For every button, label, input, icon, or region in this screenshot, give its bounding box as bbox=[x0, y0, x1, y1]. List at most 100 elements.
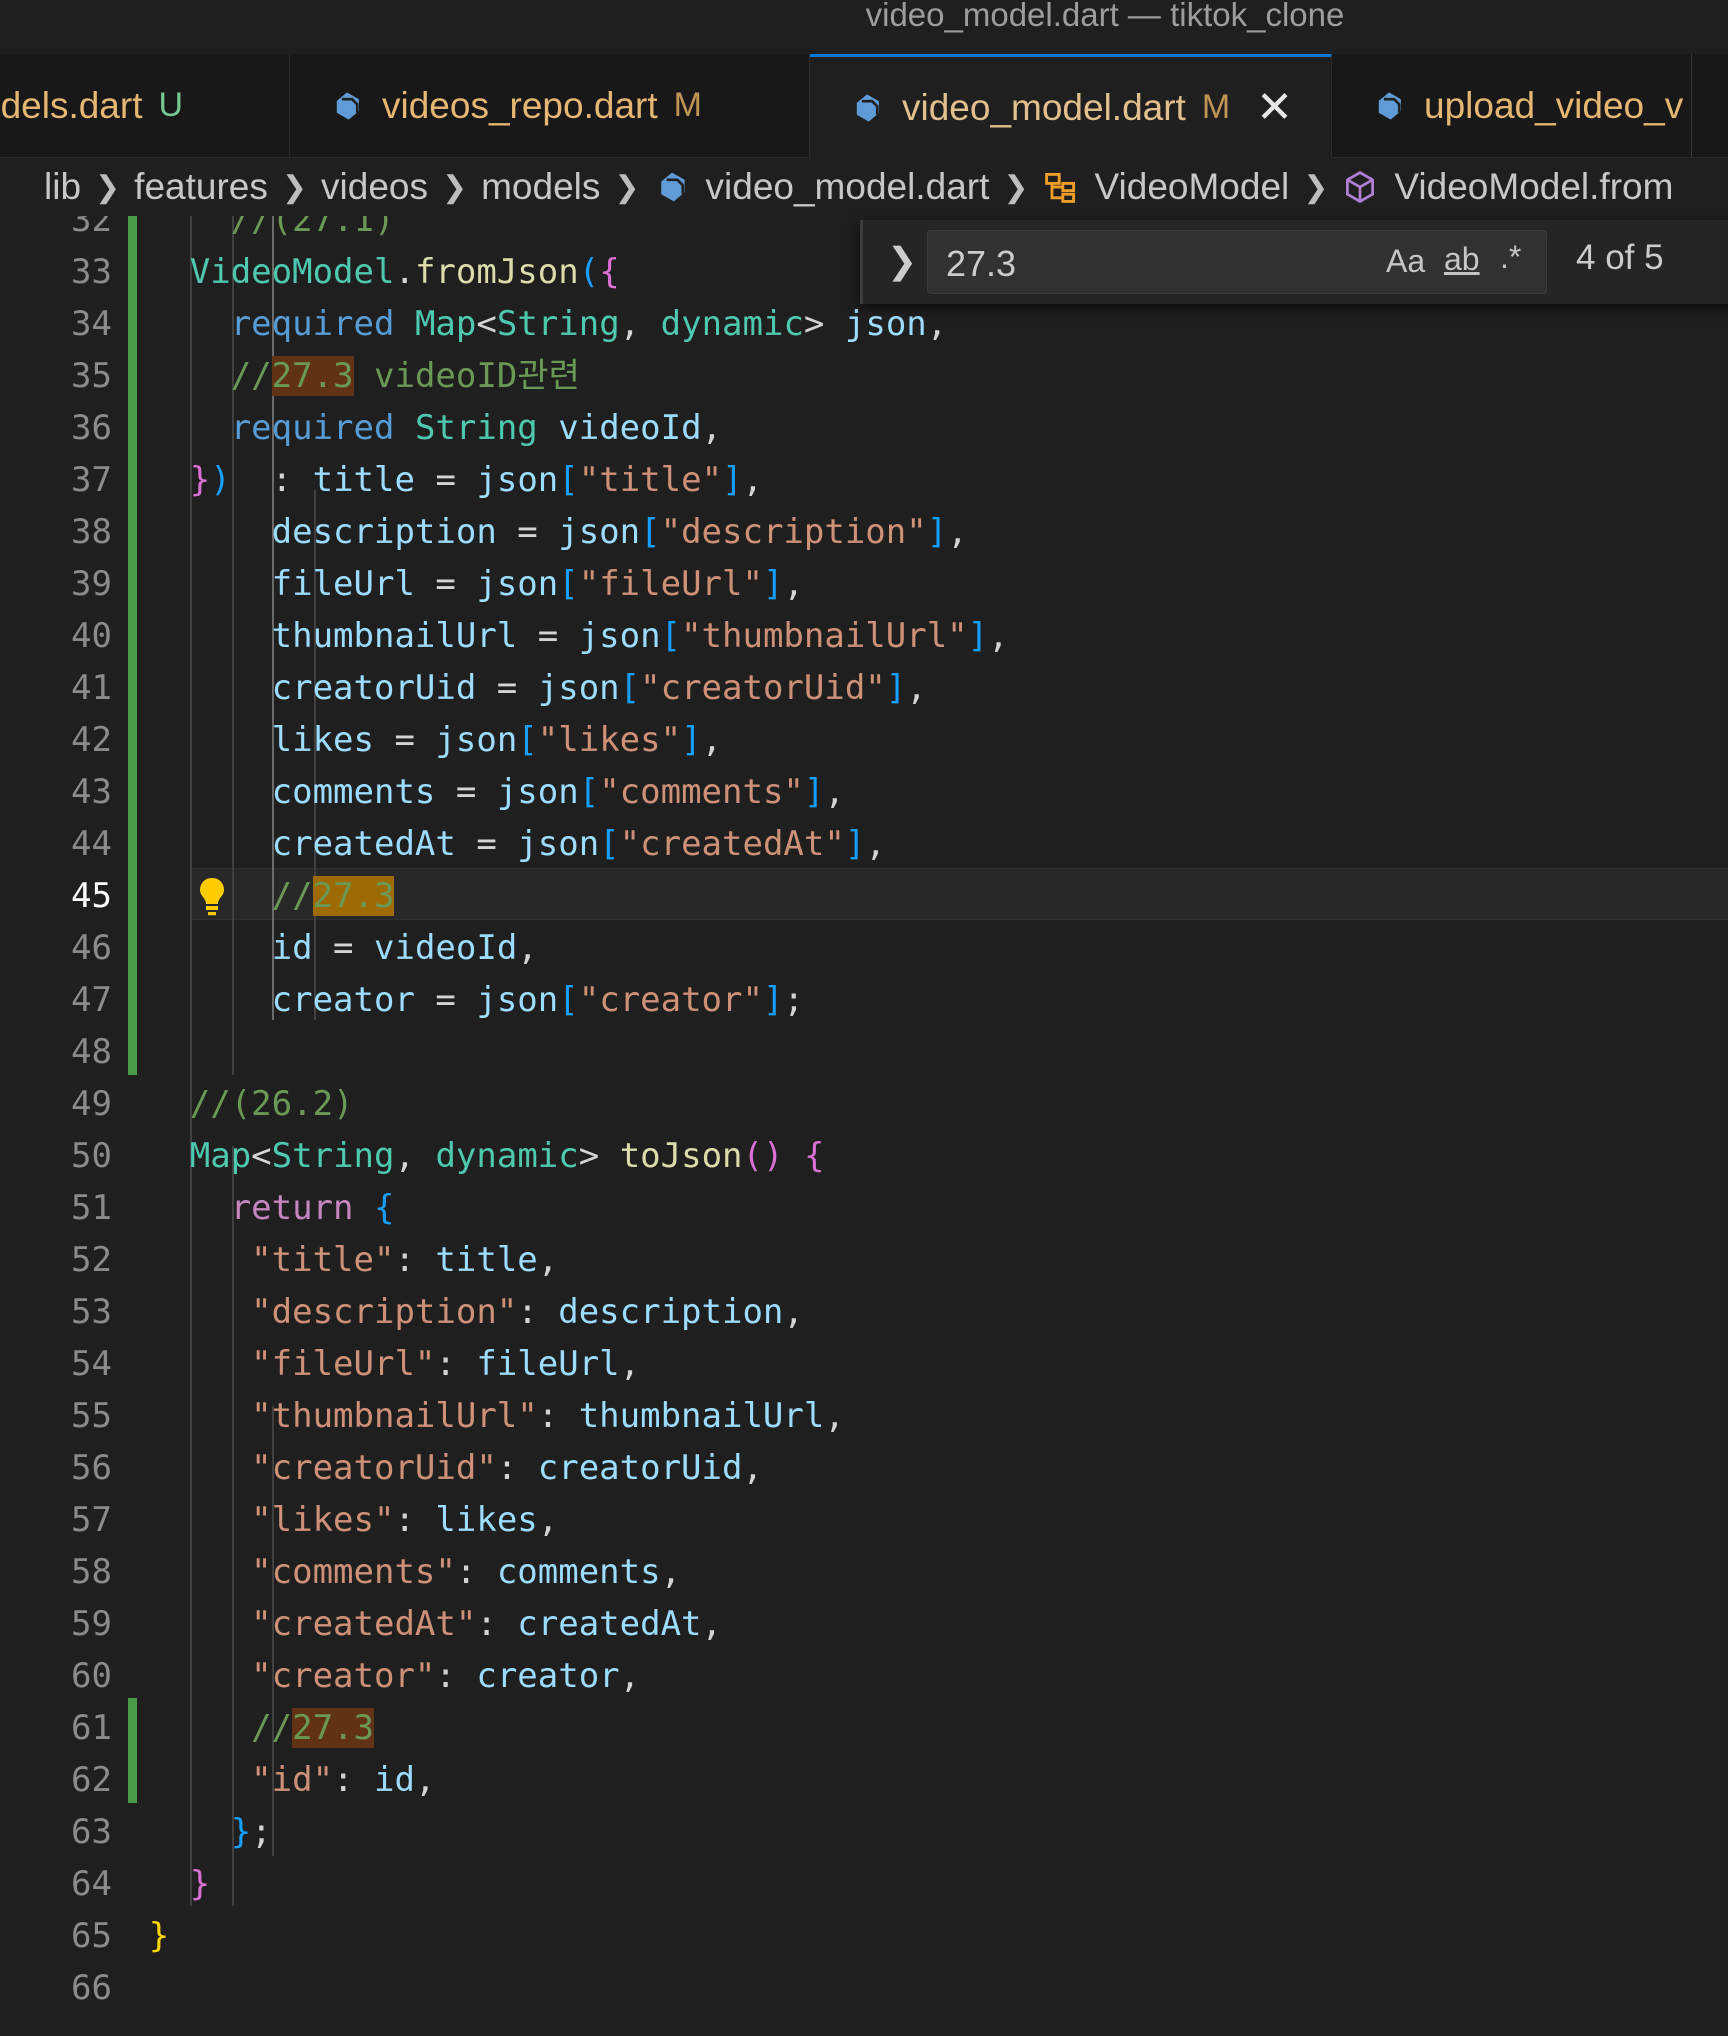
line-number: 62 bbox=[71, 1760, 112, 1800]
code-token: //(26.2) bbox=[189, 1084, 354, 1124]
tab-label: video_model.dart bbox=[902, 86, 1186, 128]
code-token: thumbnailUrl bbox=[578, 1396, 825, 1436]
code-line[interactable]: comments = json["comments"], bbox=[149, 766, 845, 818]
code-token: , bbox=[742, 460, 764, 500]
code-line[interactable]: //(26.2) bbox=[149, 1078, 354, 1130]
code-line[interactable]: } bbox=[149, 1858, 210, 1910]
code-line[interactable]: "likes": likes, bbox=[149, 1494, 558, 1546]
breadcrumb-item-file[interactable]: video_model.dart bbox=[654, 166, 989, 208]
find-input[interactable]: 27.3 Aa ab .* bbox=[927, 230, 1547, 294]
tab-status: U bbox=[158, 86, 184, 124]
code-line[interactable]: VideoModel.fromJson({ bbox=[149, 246, 620, 298]
breadcrumb-item[interactable]: features bbox=[134, 166, 268, 208]
code-token: : bbox=[435, 1344, 477, 1384]
code-token: : bbox=[394, 1500, 436, 1540]
tab-label: videos_repo.dart bbox=[382, 84, 658, 126]
code-line[interactable]: }; bbox=[149, 1806, 272, 1858]
code-token: , bbox=[701, 720, 723, 760]
tab-overflow[interactable] bbox=[1691, 54, 1728, 157]
code-token: : bbox=[435, 1656, 477, 1696]
code-line[interactable]: createdAt = json["createdAt"], bbox=[149, 818, 886, 870]
code-line[interactable]: return { bbox=[149, 1182, 395, 1234]
code-line[interactable]: thumbnailUrl = json["thumbnailUrl"], bbox=[149, 610, 1009, 662]
code-token: "likes" bbox=[537, 720, 682, 760]
code-line[interactable]: fileUrl = json["fileUrl"], bbox=[149, 558, 804, 610]
code-line[interactable]: //(27.1) bbox=[149, 216, 395, 246]
code-line[interactable]: creator = json["creator"]; bbox=[149, 974, 804, 1026]
code-token: json bbox=[537, 668, 620, 708]
breadcrumb-item[interactable]: models bbox=[481, 166, 600, 208]
line-number: 45 bbox=[71, 876, 112, 916]
line-number: 54 bbox=[71, 1344, 112, 1384]
code-line[interactable]: creatorUid = json["creatorUid"], bbox=[149, 662, 927, 714]
find-query: 27.3 bbox=[946, 243, 1017, 284]
breadcrumb-item-class[interactable]: VideoModel bbox=[1043, 166, 1290, 208]
breadcrumb-item[interactable]: videos bbox=[321, 166, 428, 208]
code-token: dynamic bbox=[435, 1136, 579, 1176]
code-token: comments bbox=[271, 772, 436, 812]
code-line[interactable]: "thumbnailUrl": thumbnailUrl, bbox=[149, 1390, 845, 1442]
code-token: description bbox=[558, 1292, 784, 1332]
code-line[interactable]: "description": description, bbox=[149, 1286, 804, 1338]
code-token: toJson bbox=[619, 1136, 743, 1176]
code-line[interactable]: "title": title, bbox=[149, 1234, 558, 1286]
code-line[interactable]: Map<String, dynamic> toJson() { bbox=[149, 1130, 825, 1182]
close-icon[interactable]: ✕ bbox=[1256, 85, 1293, 130]
breadcrumb-label: VideoModel bbox=[1094, 166, 1290, 207]
code-line[interactable]: "id": id, bbox=[149, 1754, 435, 1806]
code-token: json bbox=[476, 460, 559, 500]
code-line[interactable]: "creator": creator, bbox=[149, 1650, 640, 1702]
code-token: json bbox=[517, 824, 600, 864]
line-number: 34 bbox=[71, 304, 112, 344]
code-token: json bbox=[435, 720, 518, 760]
code-token: fileUrl bbox=[271, 564, 415, 604]
code-token: "title" bbox=[578, 460, 723, 500]
line-number: 41 bbox=[71, 668, 112, 708]
code-line[interactable]: //27.3 bbox=[149, 870, 395, 922]
code-token: json bbox=[476, 564, 559, 604]
code-line[interactable]: "createdAt": createdAt, bbox=[149, 1598, 722, 1650]
code-token: ] bbox=[722, 460, 743, 500]
breadcrumb-item-method[interactable]: VideoModel.from bbox=[1342, 166, 1673, 208]
tab-models[interactable]: odels.dart U bbox=[0, 54, 290, 157]
code-token: ] bbox=[681, 720, 702, 760]
code-line[interactable]: //27.3 bbox=[149, 1702, 374, 1754]
code-token: required bbox=[230, 408, 395, 448]
code-line[interactable]: //27.3 videoID관련 bbox=[149, 350, 580, 402]
code-token: "fileUrl" bbox=[578, 564, 763, 604]
code-editor[interactable]: 32 //(27.1) 33 VideoModel.fromJson({34 re… bbox=[0, 216, 1728, 2036]
code-line[interactable]: } bbox=[149, 1910, 169, 1962]
breadcrumb-item[interactable]: lib bbox=[44, 166, 81, 208]
code-token: [ bbox=[660, 616, 682, 656]
match-case-toggle[interactable]: Aa bbox=[1386, 243, 1425, 280]
regex-toggle[interactable]: .* bbox=[1500, 239, 1521, 276]
code-token: = bbox=[435, 772, 497, 812]
tab-videos-repo[interactable]: videos_repo.dart M bbox=[290, 54, 810, 157]
code-token: , bbox=[783, 564, 804, 604]
tab-video-model[interactable]: video_model.dart M ✕ bbox=[810, 54, 1332, 158]
chevron-right-icon[interactable]: ❯ bbox=[887, 240, 917, 282]
code-line[interactable]: "comments": comments, bbox=[149, 1546, 681, 1598]
code-token: "creator" bbox=[251, 1656, 436, 1696]
code-line[interactable]: required String videoId, bbox=[149, 402, 722, 454]
lightbulb-icon[interactable] bbox=[198, 876, 226, 916]
code-line[interactable]: description = json["description"], bbox=[149, 506, 968, 558]
code-line[interactable]: required Map<String, dynamic> json, bbox=[149, 298, 948, 350]
code-token: { bbox=[374, 1188, 395, 1228]
code-line[interactable]: "creatorUid": creatorUid, bbox=[149, 1442, 763, 1494]
code-token: , bbox=[947, 512, 968, 552]
whole-word-toggle[interactable]: ab bbox=[1444, 241, 1480, 278]
code-line[interactable]: likes = json["likes"], bbox=[149, 714, 722, 766]
tab-upload-video[interactable]: upload_video_v bbox=[1332, 54, 1692, 157]
code-token: [ bbox=[558, 980, 579, 1020]
code-line[interactable]: }) : title = json["title"], bbox=[149, 454, 763, 506]
code-line[interactable]: "fileUrl": fileUrl, bbox=[149, 1338, 640, 1390]
code-line[interactable]: id = videoId, bbox=[149, 922, 538, 974]
code-token: = bbox=[476, 668, 538, 708]
